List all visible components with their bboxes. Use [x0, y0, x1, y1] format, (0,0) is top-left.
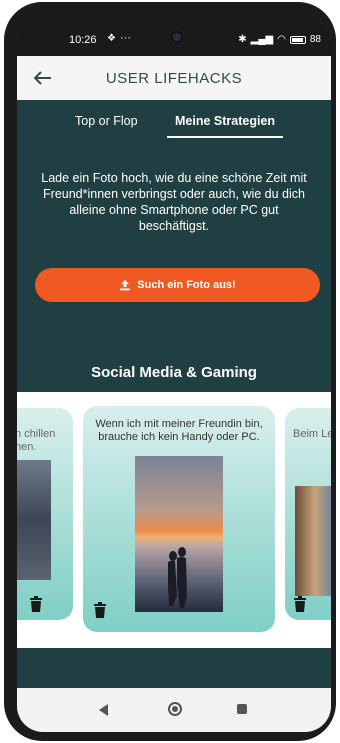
status-icons: ✱ ▂▄▆ ◠ 88 [238, 34, 321, 45]
page-title: USER LIFEHACKS [105, 69, 243, 87]
bottom-spacer [17, 648, 331, 688]
upload-photo-button[interactable]: Such ein Foto aus! [35, 268, 320, 302]
system-nav-bar [17, 688, 331, 732]
strategy-card[interactable]: Beim Les [285, 408, 331, 620]
nav-home-icon[interactable] [168, 702, 182, 716]
battery-icon [289, 35, 306, 44]
upload-icon [120, 280, 131, 291]
card-caption: n chillen nen. [17, 428, 56, 453]
notification-icon: ❖ [107, 33, 116, 44]
front-camera [173, 33, 181, 41]
more-notifications-icon: ··· [120, 32, 131, 44]
strategy-card[interactable]: n chillen nen. [17, 408, 73, 620]
nav-recent-apps-icon[interactable] [237, 704, 247, 714]
section-title: Social Media & Gaming [91, 364, 257, 381]
bluetooth-icon: ✱ [238, 34, 247, 45]
tab-top-or-flop[interactable]: Top or Flop [75, 114, 138, 128]
strategy-card[interactable]: Wenn ich mit meiner Freundin bin, brauch… [83, 406, 275, 632]
arrow-left-icon[interactable] [31, 66, 55, 90]
card-photo [295, 486, 331, 596]
battery-level: 88 [309, 34, 321, 45]
card-photo [17, 460, 51, 580]
trash-icon[interactable] [293, 596, 307, 612]
signal-icon: ▂▄▆ [250, 34, 274, 45]
upload-photo-label: Such ein Foto aus! [137, 279, 236, 291]
app-bar: USER LIFEHACKS [17, 56, 331, 100]
screen: 10:26 ❖ ··· ✱ ▂▄▆ ◠ 88 USER LIFEHACKS To… [17, 16, 331, 732]
wifi-icon: ◠ [277, 34, 286, 45]
trash-icon[interactable] [93, 602, 107, 618]
nav-back-icon[interactable] [99, 704, 109, 716]
tab-bar: Top or Flop Meine Strategien [17, 102, 331, 142]
status-time: 10:26 [69, 34, 97, 46]
instructions-text: Lade ein Foto hoch, wie du eine schöne Z… [41, 171, 307, 233]
status-bar: 10:26 ❖ ··· ✱ ▂▄▆ ◠ 88 [17, 16, 331, 56]
strategy-carousel[interactable]: n chillen nen. Wenn ich mit meiner Freun… [17, 392, 331, 648]
card-photo [135, 456, 223, 612]
phone-frame: 10:26 ❖ ··· ✱ ▂▄▆ ◠ 88 USER LIFEHACKS To… [4, 2, 336, 741]
card-caption: Wenn ich mit meiner Freundin bin, brauch… [95, 418, 263, 443]
tab-meine-strategien[interactable]: Meine Strategien [175, 114, 275, 128]
card-caption: Beim Les [293, 428, 331, 440]
tab-active-indicator [167, 136, 283, 138]
trash-icon[interactable] [29, 596, 43, 612]
